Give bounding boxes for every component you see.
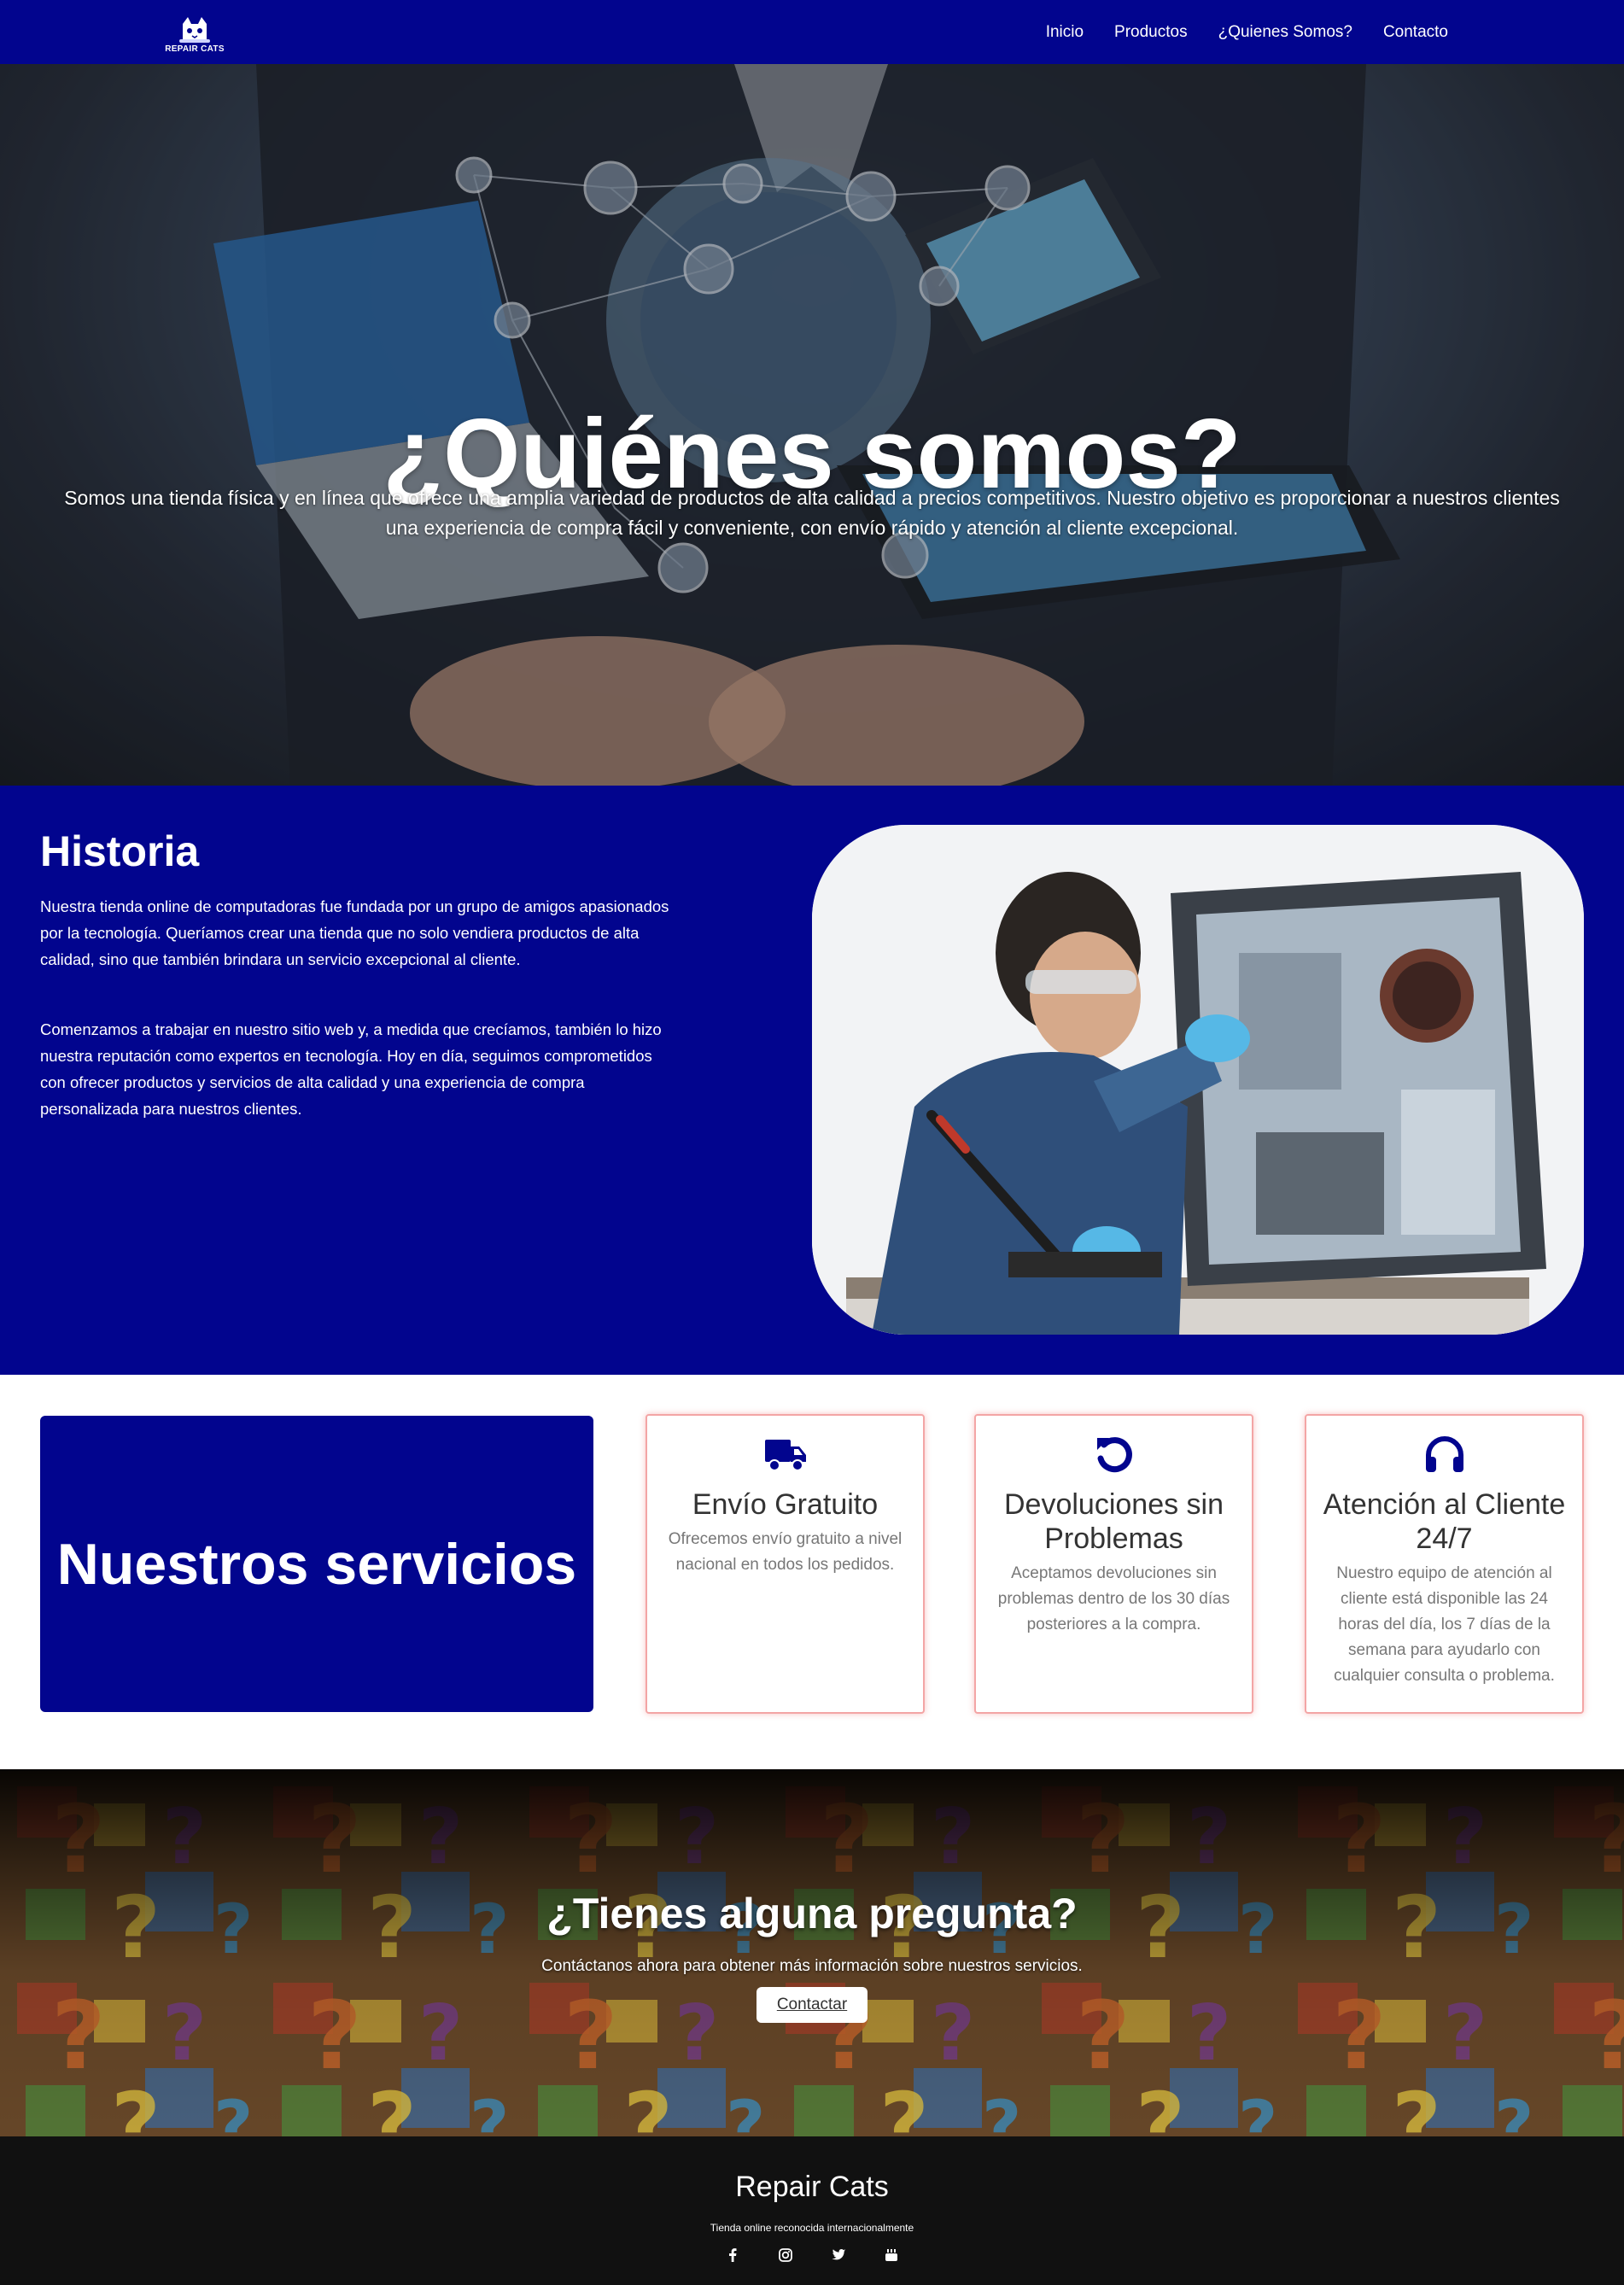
service-card-text: Aceptamos devoluciones sin problemas den… xyxy=(997,1564,1230,1633)
technician-photo xyxy=(812,825,1584,1335)
servicios-title: Nuestros servicios xyxy=(56,1531,577,1597)
truck-icon xyxy=(647,1435,923,1476)
headphones-icon xyxy=(1306,1435,1582,1476)
service-card-envio: Envío Gratuito Ofrecemos envío gratuito … xyxy=(646,1414,925,1714)
logo-text: REPAIR CATS xyxy=(165,44,225,54)
repair-cats-logo[interactable]: REPAIR CATS xyxy=(164,12,225,56)
top-navbar: REPAIR CATS Inicio Productos ¿Quienes So… xyxy=(0,0,1624,64)
nav-link-productos[interactable]: Productos xyxy=(1114,23,1188,42)
youtube-icon[interactable] xyxy=(882,2246,901,2265)
historia-title: Historia xyxy=(40,827,200,875)
historia-section: Historia Nuestra tienda online de comput… xyxy=(0,786,1624,1375)
servicios-title-box: Nuestros servicios xyxy=(40,1416,593,1712)
nav-link-inicio[interactable]: Inicio xyxy=(1046,23,1084,42)
servicios-section: Nuestros servicios Envío Gratuito Ofrece… xyxy=(0,1375,1624,1769)
cta-text: Contáctanos ahora para obtener más infor… xyxy=(541,1957,1083,1975)
main-nav: Inicio Productos ¿Quienes Somos? Contact… xyxy=(1046,0,1448,64)
twitter-icon[interactable] xyxy=(829,2246,848,2265)
footer: Repair Cats Tienda online reconocida int… xyxy=(0,2136,1624,2285)
historia-paragraph-1: Nuestra tienda online de computadoras fu… xyxy=(40,897,669,968)
hero-description: Somos una tienda física y en línea que o… xyxy=(64,487,1560,539)
contactar-button[interactable]: Contactar xyxy=(757,1987,867,2023)
instagram-icon[interactable] xyxy=(776,2246,795,2265)
historia-paragraph-2: Comenzamos a trabajar en nuestro sitio w… xyxy=(40,1020,662,1118)
service-card-atencion: Atención al Cliente 24/7 Nuestro equipo … xyxy=(1305,1414,1584,1714)
service-card-text: Ofrecemos envío gratuito a nivel naciona… xyxy=(668,1530,903,1574)
service-card-title: Devoluciones sin Problemas xyxy=(1003,1488,1224,1555)
nav-link-contacto[interactable]: Contacto xyxy=(1383,23,1448,42)
service-card-title: Envío Gratuito xyxy=(692,1488,879,1521)
footer-tagline: Tienda online reconocida internacionalme… xyxy=(710,2222,914,2234)
service-card-title: Atención al Cliente 24/7 xyxy=(1323,1488,1566,1555)
hero-section: ¿Quiénes somos? Somos una tienda física … xyxy=(0,64,1624,786)
contact-cta-section: ? ? ? ? ¿Tienes alguna pregunta? Contáct… xyxy=(0,1769,1624,2136)
cta-title: ¿Tienes alguna pregunta? xyxy=(546,1890,1078,1937)
nav-link-quienes-somos[interactable]: ¿Quienes Somos? xyxy=(1218,23,1352,42)
social-links xyxy=(0,2246,1624,2265)
footer-brand: Repair Cats xyxy=(735,2171,889,2203)
technician-illustration xyxy=(812,825,1584,1335)
rotate-left-icon xyxy=(976,1435,1252,1476)
facebook-icon[interactable] xyxy=(723,2246,742,2265)
cta-overlay xyxy=(0,1769,1624,2136)
service-card-text: Nuestro equipo de atención al cliente es… xyxy=(1334,1564,1555,1685)
service-card-devoluciones: Devoluciones sin Problemas Aceptamos dev… xyxy=(974,1414,1253,1714)
cat-logo-icon xyxy=(179,17,210,43)
